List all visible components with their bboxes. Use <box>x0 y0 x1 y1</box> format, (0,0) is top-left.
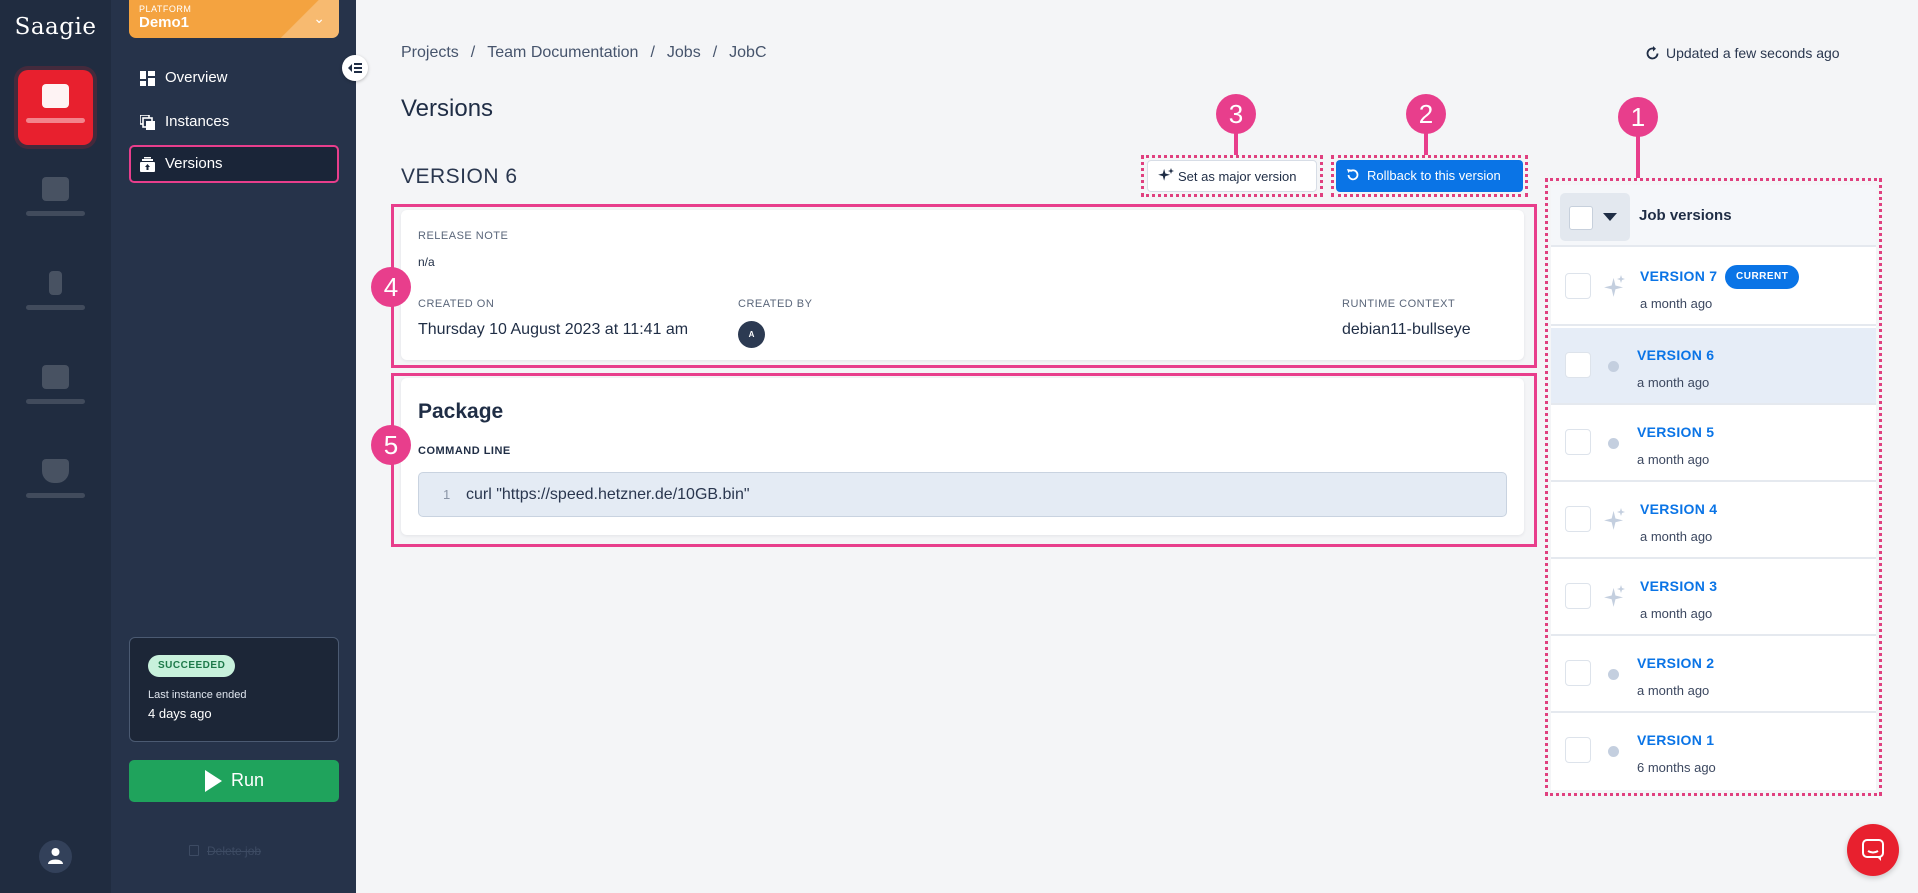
platform-label: PLATFORM <box>139 4 192 14</box>
refresh-status[interactable]: Updated a few seconds ago <box>1646 45 1840 61</box>
chevron-down-icon: ⌄ <box>313 10 325 26</box>
annotation-box-rollback <box>1331 155 1528 197</box>
nav-item-label: Instances <box>165 113 230 130</box>
job-sidebar: PLATFORM Demo1 ⌄ Overview Instances Vers… <box>111 0 356 893</box>
annotation-box-versions <box>1545 178 1882 796</box>
updated-label: Updated a few seconds ago <box>1666 45 1840 61</box>
nav-item-label: Overview <box>165 69 228 86</box>
rail-item-security[interactable] <box>18 445 93 520</box>
collapse-icon <box>348 63 362 73</box>
play-icon <box>205 770 222 792</box>
breadcrumb-jobs[interactable]: Jobs <box>667 44 701 61</box>
trash-icon <box>189 845 199 856</box>
run-label: Run <box>231 770 265 790</box>
nav-item-instances[interactable]: Instances <box>129 103 339 141</box>
run-button[interactable]: Run <box>129 760 339 802</box>
breadcrumb: Projects / Team Documentation / Jobs / JobC <box>401 44 767 61</box>
nav-item-label: Versions <box>165 155 223 172</box>
delete-job-label: Delete job <box>207 844 262 858</box>
bottle-icon <box>49 271 62 295</box>
chat-icon <box>1862 839 1884 861</box>
last-instance-value: 4 days ago <box>148 706 212 721</box>
dashboard-icon <box>140 71 155 86</box>
last-instance-status[interactable]: SUCCEEDED Last instance ended 4 days ago <box>129 637 339 742</box>
folder-icon <box>42 84 69 108</box>
status-badge: SUCCEEDED <box>148 655 236 677</box>
versions-icon <box>140 157 155 172</box>
app-rail: Saagie <box>0 0 111 893</box>
saagie-logo: Saagie <box>14 14 97 40</box>
collapse-sidebar-button[interactable] <box>342 55 368 81</box>
annotation-marker-2: 2 <box>1406 94 1446 134</box>
version-heading: VERSION 6 <box>401 165 518 188</box>
user-avatar[interactable] <box>39 840 72 873</box>
nav-item-overview[interactable]: Overview <box>129 59 339 97</box>
delete-job-link[interactable]: Delete job <box>189 844 261 858</box>
breadcrumb-projects[interactable]: Projects <box>401 44 459 61</box>
annotation-marker-5: 5 <box>371 425 411 465</box>
page-title: Versions <box>401 95 494 122</box>
breadcrumb-team-documentation[interactable]: Team Documentation <box>487 44 638 61</box>
user-icon <box>48 848 63 864</box>
shield-icon <box>42 459 69 483</box>
heart-pulse-icon <box>42 177 69 201</box>
nav-item-versions[interactable]: Versions <box>129 145 339 183</box>
rail-item-repository[interactable] <box>18 257 93 332</box>
annotation-box-package <box>391 373 1537 547</box>
rail-item-monitoring[interactable] <box>18 163 93 238</box>
annotation-box-details <box>391 204 1537 368</box>
annotation-marker-4: 4 <box>371 267 411 307</box>
refresh-icon <box>1646 46 1659 60</box>
last-instance-label: Last instance ended <box>148 689 247 701</box>
platform-selector[interactable]: PLATFORM Demo1 ⌄ <box>129 0 339 38</box>
annotation-marker-3: 3 <box>1216 94 1256 134</box>
annotation-marker-1: 1 <box>1618 97 1658 137</box>
rail-item-catalog[interactable] <box>18 351 93 426</box>
breadcrumb-jobc: JobC <box>729 44 767 61</box>
annotation-box-major <box>1141 155 1323 197</box>
instances-icon <box>140 115 155 130</box>
rail-item-projects[interactable] <box>18 70 93 145</box>
platform-name: Demo1 <box>139 14 190 31</box>
chat-support-button[interactable] <box>1847 824 1899 876</box>
document-icon <box>42 365 69 389</box>
